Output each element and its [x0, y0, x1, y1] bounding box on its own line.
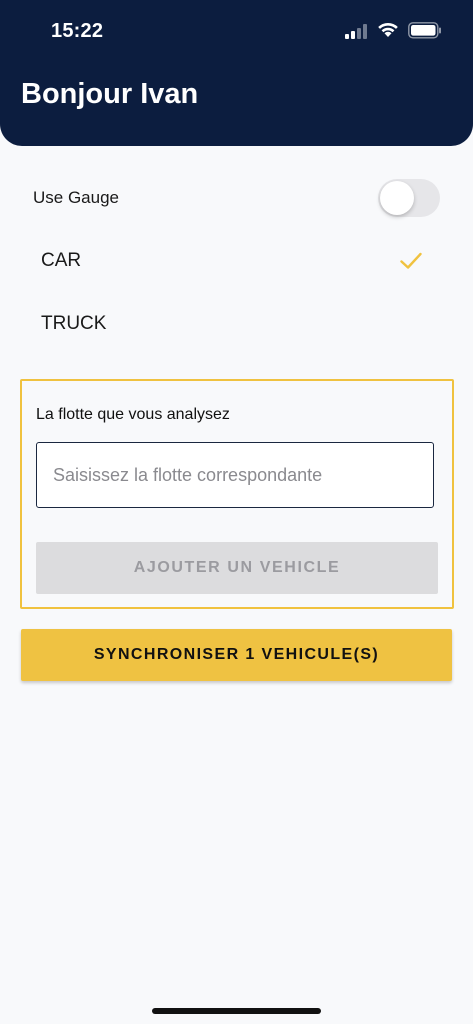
use-gauge-label: Use Gauge — [33, 188, 119, 207]
fleet-section: La flotte que vous analysez AJOUTER UN V… — [20, 379, 454, 609]
page-title: Bonjour Ivan — [21, 78, 199, 110]
status-time: 15:22 — [51, 20, 104, 42]
app-header: 15:22 Bonjour Ivan — [0, 0, 473, 146]
fleet-label: La flotte que vous analysez — [36, 406, 230, 423]
use-gauge-toggle[interactable] — [378, 179, 440, 217]
checkmark-icon — [400, 252, 422, 269]
sync-vehicles-button[interactable]: SYNCHRONISER 1 VEHICULE(S) — [21, 629, 452, 681]
wifi-icon — [378, 22, 398, 37]
cellular-signal-icon — [345, 24, 371, 39]
vehicle-type-label: CAR — [41, 250, 82, 271]
add-vehicle-button[interactable]: AJOUTER UN VEHICLE — [36, 542, 438, 594]
toggle-knob — [380, 181, 414, 215]
battery-icon — [408, 22, 441, 39]
fleet-input[interactable] — [36, 442, 434, 508]
home-indicator — [152, 1008, 321, 1014]
vehicle-type-label: TRUCK — [41, 313, 107, 334]
